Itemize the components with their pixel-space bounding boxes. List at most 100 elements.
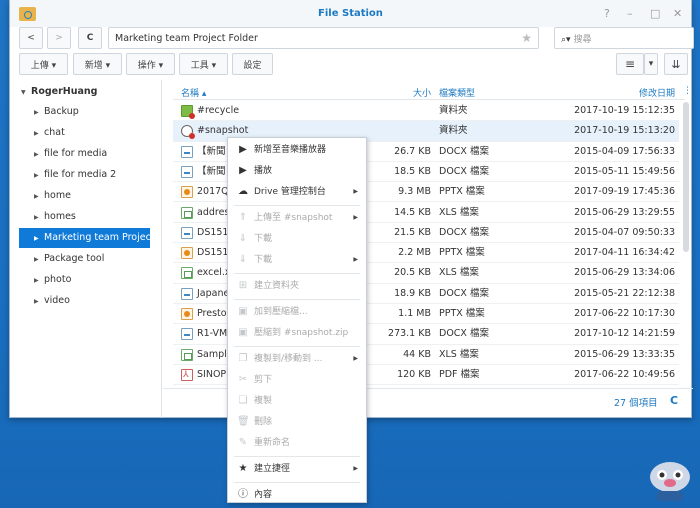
upload-button[interactable]: 上傳 ▾	[19, 53, 68, 75]
file-modified: 2017-10-19 15:13:20	[574, 125, 675, 137]
forward-button[interactable]: >	[47, 27, 71, 49]
tree-item[interactable]: ▶ Package tool	[34, 249, 184, 269]
column-name[interactable]: 名稱 ▴	[181, 86, 206, 99]
footer-refresh-icon[interactable]: C	[670, 394, 678, 407]
menu-item-icon: ❐	[238, 353, 248, 364]
file-modified: 2017-09-19 17:45:36	[574, 186, 675, 198]
menu-item-icon: ⊞	[238, 280, 248, 291]
file-type: DOCX 檔案	[439, 328, 489, 340]
column-modified[interactable]: 修改日期	[623, 86, 675, 99]
recycle-file-icon	[181, 105, 195, 119]
expand-arrow-icon[interactable]: ▶	[34, 208, 44, 227]
file-size: 1.1 MB	[398, 308, 431, 319]
tree-item[interactable]: ▶ photo	[34, 270, 184, 290]
menu-item[interactable]: ✎ 重新命名	[228, 433, 366, 453]
create-button[interactable]: 新增 ▾	[73, 53, 122, 75]
action-button[interactable]: 操作 ▾	[126, 53, 175, 75]
expand-arrow-icon[interactable]: ▼	[21, 83, 31, 102]
expand-arrow-icon[interactable]: ▶	[34, 103, 44, 122]
xls-file-icon	[181, 348, 193, 361]
tree-item[interactable]: ▶ file for media	[34, 144, 184, 164]
menu-item-icon: ⇓	[238, 254, 248, 265]
menu-item[interactable]: ☁ Drive 管理控制台 ▶	[228, 182, 366, 202]
file-modified: 2017-06-22 10:17:30	[574, 308, 675, 319]
expand-arrow-icon[interactable]: ▶	[34, 271, 44, 290]
submenu-arrow-icon: ▶	[353, 214, 358, 221]
file-name: DS151	[197, 247, 229, 259]
menu-item[interactable]: ★ 建立捷徑 ▶	[228, 459, 366, 479]
menu-item[interactable]: ⊞ 建立資料夾	[228, 276, 366, 296]
menu-item-label: 加到壓縮檔...	[254, 307, 308, 317]
docx-file-icon	[181, 226, 193, 239]
menu-item-label: 壓縮到 #snapshot.zip	[254, 328, 349, 338]
column-size[interactable]: 大小	[401, 86, 431, 99]
menu-item[interactable]: ▶ 新增至音樂播放器	[228, 140, 366, 160]
menu-item-icon: ▶	[239, 144, 247, 155]
menu-item[interactable]: 🗑 刪除	[228, 412, 366, 432]
settings-button[interactable]: 設定	[232, 53, 273, 75]
column-type[interactable]: 檔案類型	[439, 86, 475, 99]
tree-root[interactable]: ▼ RogerHuang	[21, 82, 171, 102]
menu-item[interactable]: ⇓ 下載 ▶	[228, 250, 366, 270]
expand-arrow-icon[interactable]: ▶	[34, 250, 44, 269]
menu-item-icon: 🗑	[237, 416, 250, 427]
tree-item[interactable]: ▶Marketing team Project Folder	[19, 228, 150, 248]
tree-item[interactable]: ▶ home	[34, 186, 184, 206]
expand-arrow-icon[interactable]: ▶	[34, 292, 44, 311]
file-type: PPTX 檔案	[439, 247, 485, 259]
minimize-icon[interactable]: –	[627, 7, 633, 20]
menu-item[interactable]: ⇑ 上傳至 #snapshot ▶	[228, 208, 366, 228]
tree-item[interactable]: ▶ homes	[34, 207, 184, 227]
file-size: 20.5 KB	[394, 267, 431, 279]
expand-arrow-icon[interactable]: ▶	[34, 124, 44, 143]
view-dropdown-button[interactable]: ▾	[644, 53, 658, 75]
list-header: 名稱 ▴ 大小 檔案類型 修改日期 ⋮	[173, 82, 692, 100]
menu-item[interactable]: ▣ 壓縮到 #snapshot.zip	[228, 323, 366, 343]
search-input[interactable]: ⌕▾ 搜尋	[554, 27, 694, 49]
menu-item[interactable]: ▣ 加到壓縮檔...	[228, 302, 366, 322]
file-row[interactable]: #recycle 資料夾 2017-10-19 15:12:35	[173, 101, 679, 122]
file-name: Presto	[197, 308, 227, 319]
expand-arrow-icon[interactable]: ▶	[34, 187, 44, 206]
expand-arrow-icon[interactable]: ▶	[34, 145, 44, 164]
tree-item[interactable]: ▶ video	[34, 291, 184, 311]
help-icon[interactable]: ?	[604, 7, 610, 20]
menu-item[interactable]: ⇓ 下載	[228, 229, 366, 249]
menu-item[interactable]: ❏ 複製	[228, 391, 366, 411]
search-icon[interactable]: ⌕▾	[561, 35, 571, 45]
file-size: 18.5 KB	[394, 165, 431, 177]
menu-item[interactable]: ❐ 複製到/移動到 ... ▶	[228, 349, 366, 369]
menu-item[interactable]: ✂ 剪下	[228, 370, 366, 390]
sort-button[interactable]: ⇊	[664, 53, 688, 75]
file-name: addres	[197, 206, 230, 218]
file-name: Japane	[197, 287, 230, 299]
docx-file-icon	[181, 165, 193, 178]
submenu-arrow-icon: ▶	[353, 355, 358, 362]
menu-item[interactable]: ⓘ 內容	[228, 485, 366, 505]
file-size: 26.7 KB	[394, 145, 431, 157]
refresh-button[interactable]: C	[78, 27, 102, 49]
file-type: DOCX 檔案	[439, 287, 489, 299]
title-bar[interactable]: File Station ? – □ ✕	[10, 0, 691, 27]
file-size: 2.2 MB	[398, 247, 431, 259]
back-button[interactable]: <	[19, 27, 43, 49]
path-bar[interactable]: Marketing team Project Folder ★	[108, 27, 539, 49]
tools-button[interactable]: 工具 ▾	[179, 53, 228, 75]
maximize-icon[interactable]: □	[650, 7, 660, 20]
tree-item[interactable]: ▶ chat	[34, 123, 184, 143]
pptx-file-icon	[181, 308, 193, 320]
menu-item[interactable]: ▶ 播放	[228, 161, 366, 181]
column-options-icon[interactable]: ⋮	[683, 86, 692, 96]
expand-arrow-icon[interactable]: ▶	[34, 166, 44, 185]
file-modified: 2017-04-11 16:34:42	[574, 247, 675, 259]
list-view-button[interactable]: ≡	[616, 53, 644, 75]
tree-item[interactable]: ▶ file for media 2	[34, 165, 184, 185]
favorite-star-icon[interactable]: ★	[521, 31, 532, 45]
tree-item[interactable]: ▶ Backup	[34, 102, 184, 122]
expand-arrow-icon[interactable]: ▶	[34, 229, 44, 248]
vertical-scrollbar[interactable]	[683, 102, 689, 252]
file-modified: 2015-06-29 13:33:35	[574, 348, 675, 360]
menu-separator	[234, 205, 360, 206]
submenu-arrow-icon: ▶	[353, 188, 358, 195]
close-icon[interactable]: ✕	[673, 7, 682, 20]
